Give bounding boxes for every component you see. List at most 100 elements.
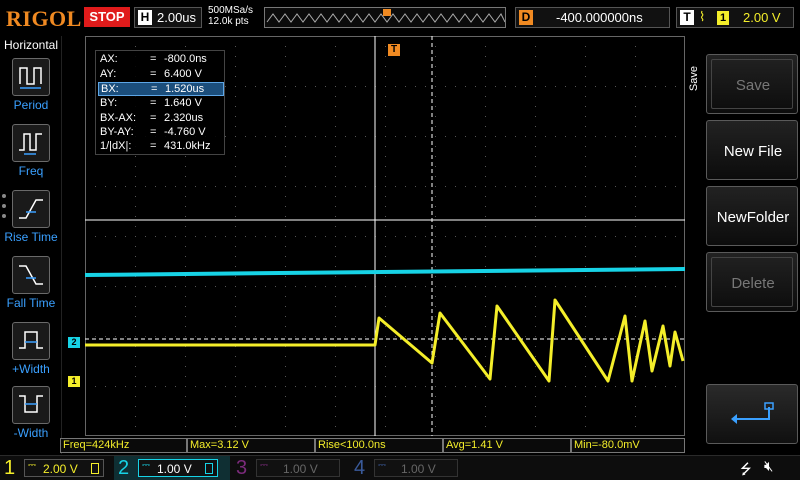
measurement-rise[interactable]: Rise<100.0ns: [315, 438, 443, 453]
menu-item-fall-time[interactable]: Fall Time: [0, 256, 62, 318]
trigger-settings[interactable]: T ⌇ 1 2.00 V: [676, 7, 794, 28]
new-file-button[interactable]: New File: [706, 120, 798, 180]
new-file-button-label: New File: [723, 143, 783, 160]
ch1-trace: [85, 298, 685, 383]
cursor-row-inv-dx: 1/|dX|: = 431.0kHz: [98, 140, 224, 154]
dc-coupling-icon: ⎓: [260, 460, 268, 471]
cursor-row-bx[interactable]: BX: = 1.520us: [98, 82, 224, 96]
cursor-row-bx-ax: BX-AX: = 2.320us: [98, 112, 224, 126]
menu-label-fall-time: Fall Time: [6, 296, 56, 310]
trigger-source: 1: [717, 11, 729, 25]
save-button-label: Save: [735, 77, 771, 94]
acquisition-info: 500MSa/s 12.0k pts: [208, 5, 253, 27]
return-arrow-icon: [731, 402, 774, 424]
cursor-value: 431.0kHz: [164, 140, 211, 152]
cursor-eq: =: [150, 126, 157, 138]
memory-depth: 12.0k pts: [208, 16, 249, 27]
measurement-bar: Freq=424kHz Max=3.12 V Rise<100.0ns Avg=…: [60, 438, 686, 454]
menu-item-freq[interactable]: Freq: [0, 124, 62, 186]
cursor-row-ax: AX: = -800.0ns: [98, 53, 224, 67]
cursor-value: 2.320us: [164, 112, 204, 124]
top-status-bar: RIGOL STOP H 2.00us 500MSa/s 12.0k pts D…: [0, 0, 800, 36]
menu-label-rise-time: Rise Time: [4, 230, 58, 244]
delay-label: D: [519, 10, 533, 25]
new-folder-button[interactable]: NewFolder: [706, 186, 798, 246]
cursor-value: 1.520us: [165, 83, 205, 95]
ch2-ground-marker[interactable]: 2: [68, 337, 80, 348]
channel-scale-box: ⎓ 1.00 V: [256, 459, 340, 477]
period-icon: [12, 58, 50, 96]
measurement-avg[interactable]: Avg=1.41 V: [443, 438, 571, 453]
menu-label-neg-width: -Width: [13, 426, 49, 440]
horizontal-timebase[interactable]: H 2.00us: [134, 7, 202, 28]
cursor-label: BY-AY:: [100, 126, 134, 138]
menu-item-pos-width[interactable]: +Width: [0, 322, 62, 384]
cursor-eq: =: [150, 140, 157, 152]
cursor-label: AY:: [100, 68, 117, 80]
trigger-delay[interactable]: D -400.000000ns: [515, 7, 670, 28]
cursor-label: BX-AX:: [100, 112, 137, 124]
channel-scale: 1.00 V: [283, 462, 318, 476]
cursor-value: 6.400 V: [164, 68, 202, 80]
measurement-max[interactable]: Max=3.12 V: [187, 438, 315, 453]
channel-scale-box: ⎓ 2.00 V: [24, 459, 104, 477]
bandwidth-limit-icon: [205, 463, 213, 474]
trigger-level: 2.00 V: [743, 10, 781, 25]
cursor-readout-panel: AX: = -800.0ns AY: = 6.400 V BX: = 1.520…: [95, 50, 225, 155]
new-folder-button-label: NewFolder: [716, 209, 790, 226]
pos-width-icon: [12, 322, 50, 360]
softkey-menu-title: Save: [688, 66, 700, 92]
menu-item-neg-width[interactable]: -Width: [0, 386, 62, 448]
usb-icon: ⭍: [740, 461, 752, 477]
dc-coupling-icon: ⎓: [378, 460, 386, 471]
rigol-logo: RIGOL: [6, 6, 82, 31]
delete-button-label: Delete: [731, 275, 775, 292]
channel-1-status[interactable]: 1 ⎓ 2.00 V: [0, 456, 114, 480]
overview-waveform: [266, 9, 505, 23]
save-softkey-menu: Save Save New File NewFolder Delete: [686, 36, 800, 454]
cursor-eq: =: [150, 68, 157, 80]
return-button[interactable]: [706, 384, 798, 444]
cursor-eq: =: [151, 83, 158, 95]
cursor-row-ay: AY: = 6.400 V: [98, 68, 224, 82]
fall-time-icon: [12, 256, 50, 294]
channel-2-status[interactable]: 2 ⎓ 1.00 V: [114, 456, 230, 480]
ch1-ground-marker[interactable]: 1: [68, 376, 80, 387]
menu-item-rise-time[interactable]: Rise Time: [0, 190, 62, 252]
cursor-eq: =: [150, 53, 157, 65]
cursor-value: -4.760 V: [164, 126, 206, 138]
trigger-label: T: [680, 10, 694, 25]
channel-number: 1: [4, 457, 16, 479]
delete-button[interactable]: Delete: [706, 252, 798, 312]
neg-width-icon: [12, 386, 50, 424]
ch2-trace: [85, 267, 685, 277]
channel-scale-box: ⎓ 1.00 V: [374, 459, 458, 477]
cursor-label: BY:: [100, 97, 118, 109]
waveform-overview-strip[interactable]: [264, 7, 506, 28]
trigger-position-marker[interactable]: T: [388, 44, 400, 56]
measurement-freq[interactable]: Freq=424kHz: [60, 438, 187, 453]
sample-rate: 500MSa/s: [208, 5, 254, 16]
cursor-row-by: BY: = 1.640 V: [98, 97, 224, 111]
cursor-label: 1/|dX|:: [100, 140, 132, 152]
channel-4-status[interactable]: 4 ⎓ 1.00 V: [350, 456, 466, 480]
channel-scale-box: ⎓ 1.00 V: [138, 459, 218, 477]
rise-time-icon: [12, 190, 50, 228]
run-stop-indicator[interactable]: STOP: [84, 7, 130, 27]
timebase-value: 2.00us: [157, 10, 197, 25]
menu-title: Horizontal: [3, 38, 59, 52]
bandwidth-limit-icon: [91, 463, 99, 474]
dc-coupling-icon: ⎓: [142, 460, 150, 471]
channel-number: 2: [118, 457, 130, 479]
menu-label-period: Period: [13, 98, 49, 112]
cursor-value: -800.0ns: [164, 53, 207, 65]
channel-scale: 1.00 V: [401, 462, 436, 476]
channel-number: 3: [236, 457, 248, 479]
cursor-eq: =: [150, 97, 157, 109]
measurement-min[interactable]: Min=-80.0mV: [571, 438, 685, 453]
channel-3-status[interactable]: 3 ⎓ 1.00 V: [232, 456, 348, 480]
rising-edge-icon: ⌇: [699, 9, 706, 24]
save-button[interactable]: Save: [706, 54, 798, 114]
channel-scale: 1.00 V: [157, 462, 192, 476]
menu-item-period[interactable]: Period: [0, 58, 62, 120]
